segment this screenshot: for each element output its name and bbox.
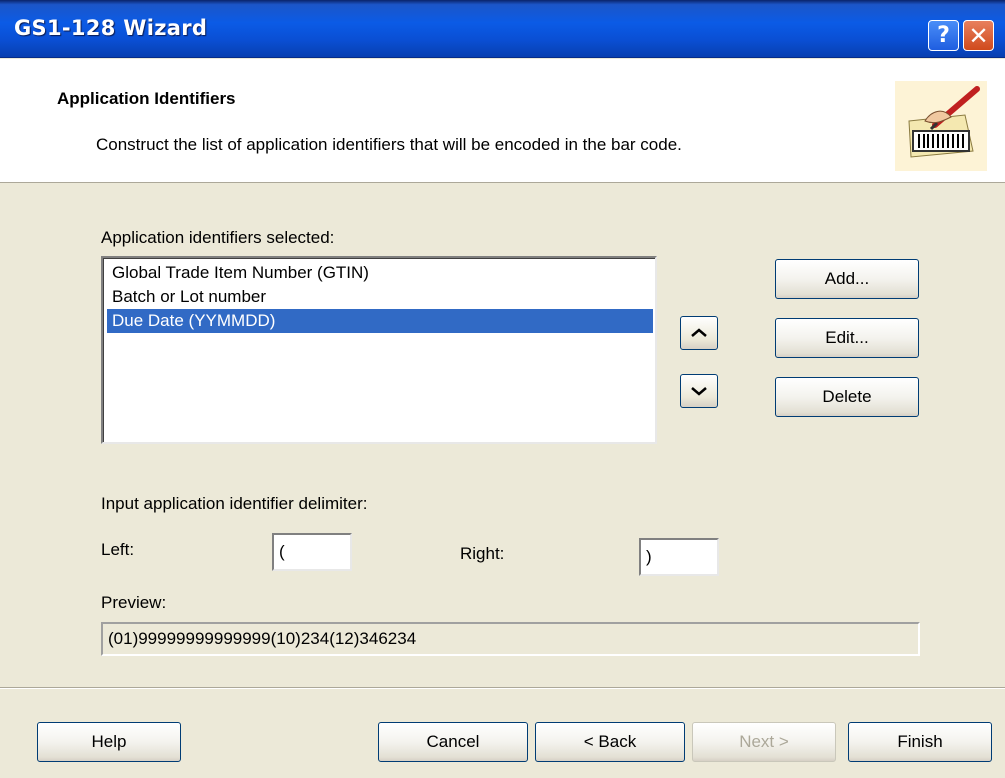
help-button[interactable]: Help [37,722,181,762]
move-down-button[interactable] [680,374,718,408]
delete-button[interactable]: Delete [775,377,919,417]
right-delimiter-label: Right: [460,544,505,563]
barcode-pen-icon [895,81,987,171]
left-delimiter-input[interactable]: ( [272,533,352,571]
page-title: Application Identifiers [57,89,236,108]
identifiers-listbox[interactable]: Global Trade Item Number (GTIN) Batch or… [101,256,657,444]
left-delimiter-label: Left: [101,540,135,559]
next-button: Next > [692,722,836,762]
delimiter-label: Input application identifier delimiter: [101,494,368,513]
right-delimiter-input[interactable]: ) [639,538,719,576]
edit-button[interactable]: Edit... [775,318,919,358]
page-subtitle: Construct the list of application identi… [96,135,682,154]
list-item[interactable]: Batch or Lot number [107,285,653,309]
wizard-header: Application Identifiers Construct the li… [0,59,1005,183]
back-button[interactable]: < Back [535,722,685,762]
identifiers-label: Application identifiers selected: [101,228,335,247]
cancel-button[interactable]: Cancel [378,722,528,762]
chevron-up-icon [691,328,707,337]
move-up-button[interactable] [680,316,718,350]
add-button[interactable]: Add... [775,259,919,299]
title-bar: GS1-128 Wizard ? ✕ [0,0,1005,58]
finish-button[interactable]: Finish [848,722,992,762]
footer-separator [0,687,1005,689]
preview-label: Preview: [101,593,167,612]
chevron-down-icon [691,387,707,396]
close-button[interactable]: ✕ [963,20,994,51]
window-title: GS1-128 Wizard [14,16,208,40]
list-item[interactable]: Global Trade Item Number (GTIN) [107,261,653,285]
help-title-button[interactable]: ? [928,20,959,51]
list-item-selected[interactable]: Due Date (YYMMDD) [107,309,653,333]
preview-field: (01)99999999999999(10)234(12)346234 [101,622,920,656]
